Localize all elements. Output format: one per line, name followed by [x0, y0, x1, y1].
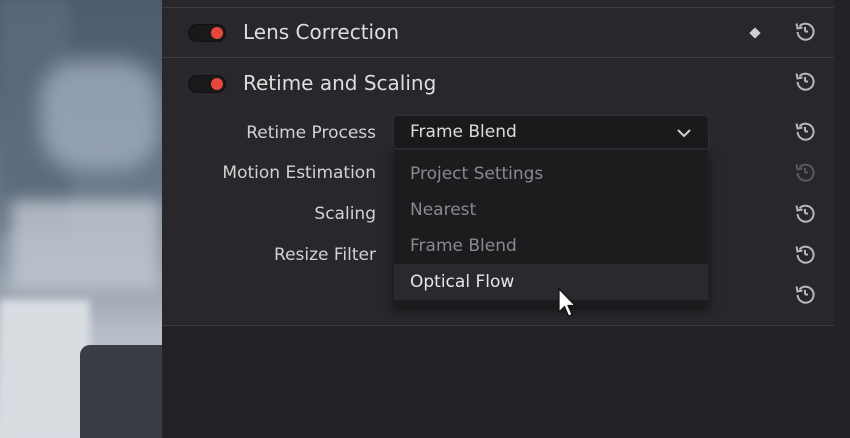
divider: [162, 57, 834, 58]
retime-process-label: Retime Process: [246, 123, 376, 143]
dropdown-option-optical-flow[interactable]: Optical Flow: [394, 264, 708, 300]
option-label: Nearest: [410, 200, 477, 220]
inspector-panel: Lens Correction Retime and Scaling Retim…: [162, 0, 850, 438]
section-retime-and-scaling[interactable]: Retime and Scaling: [162, 60, 834, 106]
mouse-pointer-icon: [557, 287, 577, 318]
retime-process-value: Frame Blend: [410, 122, 517, 142]
dropdown-option-nearest[interactable]: Nearest: [394, 192, 708, 228]
reset-icon[interactable]: [793, 160, 817, 184]
retime-scaling-toggle[interactable]: [188, 75, 226, 93]
option-label: Frame Blend: [410, 236, 517, 256]
reset-icon[interactable]: [793, 119, 817, 143]
dropdown-option-project-settings[interactable]: Project Settings: [394, 156, 708, 192]
reset-icon[interactable]: [793, 201, 817, 225]
reset-icon[interactable]: [793, 19, 817, 43]
scaling-label: Scaling: [314, 204, 376, 224]
reset-icon[interactable]: [793, 242, 817, 266]
section-title: Lens Correction: [243, 20, 400, 44]
divider: [162, 325, 834, 326]
motion-estimation-label: Motion Estimation: [222, 163, 376, 183]
retime-process-select[interactable]: Frame Blend: [394, 116, 708, 148]
reset-icon[interactable]: [793, 282, 817, 306]
reset-icon[interactable]: [793, 69, 817, 93]
option-label: Optical Flow: [410, 272, 515, 292]
section-title: Retime and Scaling: [243, 71, 437, 95]
option-label: Project Settings: [410, 164, 544, 184]
section-lens-correction[interactable]: Lens Correction: [162, 9, 834, 55]
chevron-down-icon: [676, 125, 692, 139]
keyframe-diamond-icon[interactable]: [749, 27, 761, 39]
dropdown-option-frame-blend[interactable]: Frame Blend: [394, 228, 708, 264]
video-preview: [0, 0, 162, 438]
retime-process-dropdown: Project Settings Nearest Frame Blend Opt…: [394, 150, 708, 306]
divider: [162, 7, 834, 8]
resize-filter-label: Resize Filter: [274, 245, 376, 265]
lens-correction-toggle[interactable]: [188, 24, 226, 42]
